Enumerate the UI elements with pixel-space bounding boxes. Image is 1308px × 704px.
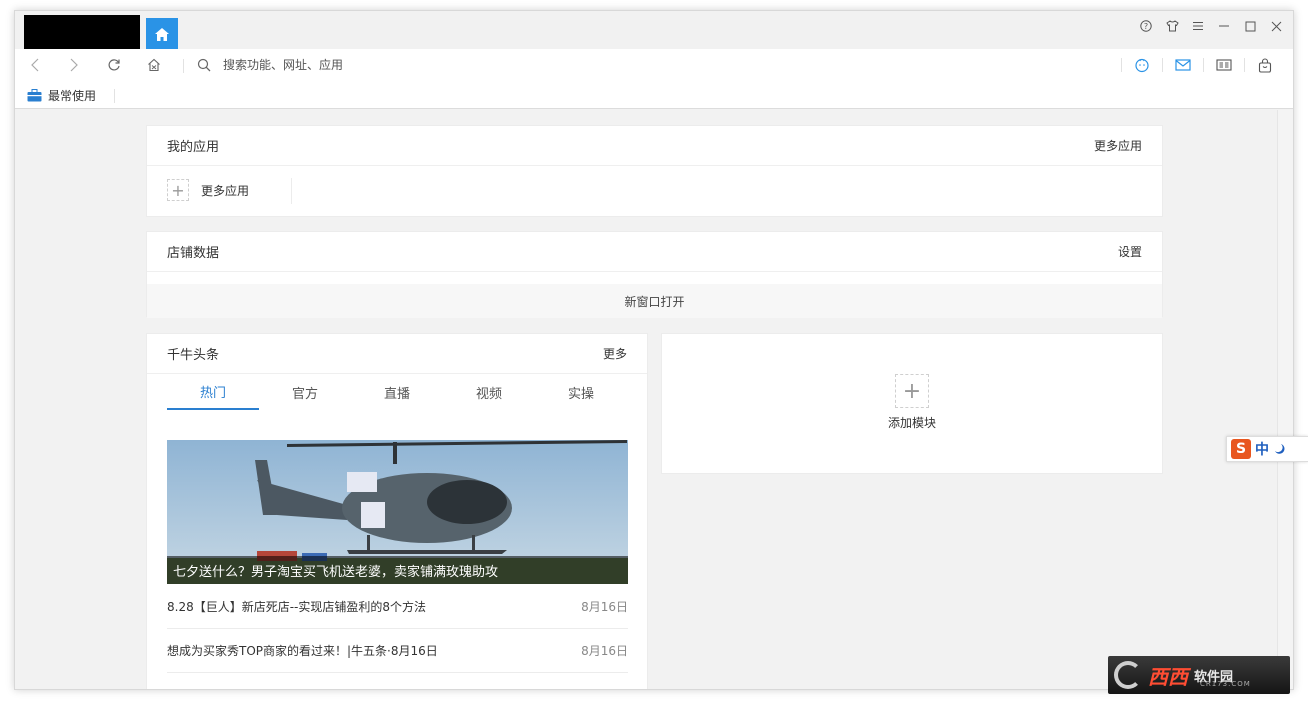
help-button[interactable]: ? [1133, 15, 1159, 37]
shop-data-header: 店铺数据 设置 [147, 232, 1162, 272]
navigation-bar [15, 49, 1293, 81]
watermark-logo-icon [1114, 661, 1142, 689]
skin-button[interactable] [1159, 15, 1185, 37]
close-icon [1271, 21, 1281, 31]
plus-icon: + [895, 374, 929, 408]
redacted-logo [24, 15, 140, 53]
svg-text:?: ? [1144, 22, 1148, 31]
more-apps-link[interactable]: 更多应用 [1094, 137, 1142, 154]
bag-icon [1258, 57, 1272, 73]
assistant-button[interactable] [1122, 53, 1162, 77]
add-module-label: 添加模块 [887, 416, 936, 430]
shop-data-panel: 店铺数据 设置 新窗口打开 [146, 231, 1163, 318]
chevron-left-icon [31, 58, 39, 72]
chevron-right-icon [70, 58, 78, 72]
moon-icon [1275, 444, 1285, 454]
help-icon: ? [1140, 20, 1152, 32]
my-apps-title: 我的应用 [167, 140, 220, 155]
open-new-window-button[interactable]: 新窗口打开 [147, 284, 1162, 318]
more-apps-item[interactable]: + 更多应用 [167, 179, 249, 201]
bookmark-separator [114, 89, 115, 103]
shop-data-settings-link[interactable]: 设置 [1118, 243, 1142, 260]
my-apps-panel: 我的应用 更多应用 + 更多应用 [146, 125, 1163, 217]
close-button[interactable] [1263, 15, 1289, 37]
plus-icon: + [167, 179, 189, 201]
search-icon [195, 56, 213, 74]
ime-language: 中 [1255, 442, 1269, 458]
watermark: 西西 软件园 CR173.COM [1108, 656, 1290, 694]
mail-icon [1175, 59, 1191, 71]
bookmark-bar: 最常使用 [15, 81, 1293, 109]
tab-official[interactable]: 官方 [259, 374, 351, 410]
refresh-button[interactable] [102, 53, 126, 77]
back-button[interactable] [23, 53, 47, 77]
headlines-more-link[interactable]: 更多 [603, 345, 627, 362]
headlines-panel: 千牛头条 更多 热门 官方 直播 视频 实操 七夕送什么？男子淘宝买飞机送老婆，… [146, 333, 648, 689]
news-title: 8.28【巨人】新店死店--实现店铺盈利的8个方法 [167, 600, 427, 614]
more-apps-item-label: 更多应用 [201, 183, 250, 198]
news-item[interactable]: 想成为买家秀TOP商家的看过来！|牛五条·8月16日 8月16日 [167, 629, 628, 673]
my-apps-header: 我的应用 更多应用 [147, 126, 1162, 166]
refresh-icon [108, 59, 120, 71]
news-date: 8月16日 [581, 644, 628, 658]
app-separator [291, 178, 292, 204]
forward-button[interactable] [62, 53, 86, 77]
watermark-brand: 西西 [1148, 664, 1188, 689]
maximize-icon [1245, 21, 1255, 31]
window-controls: ? [1133, 15, 1289, 37]
contacts-button[interactable] [1204, 53, 1244, 77]
minimize-icon [1219, 25, 1229, 27]
tab-video[interactable]: 视频 [443, 374, 535, 410]
vertical-scrollbar[interactable] [1277, 110, 1293, 689]
search-input[interactable] [223, 55, 623, 75]
id-card-icon [1216, 59, 1232, 71]
menu-button[interactable] [1185, 15, 1211, 37]
tab-hot[interactable]: 热门 [167, 374, 259, 410]
shop-button[interactable] [1245, 53, 1285, 77]
maximize-button[interactable] [1237, 15, 1263, 37]
briefcase-icon [27, 89, 42, 102]
home-icon [155, 27, 169, 41]
tab-practice[interactable]: 实操 [535, 374, 627, 410]
add-module-panel: + 添加模块 [661, 333, 1163, 474]
smiley-icon [1135, 58, 1149, 73]
tab-live[interactable]: 直播 [351, 374, 443, 410]
headlines-header: 千牛头条 更多 [147, 334, 647, 374]
messages-button[interactable] [1163, 53, 1203, 77]
news-date: 8月16日 [581, 600, 628, 614]
menu-icon [1193, 22, 1203, 30]
headlines-tabs: 热门 官方 直播 视频 实操 [167, 374, 628, 410]
sogou-icon: S [1231, 439, 1251, 459]
ime-status[interactable]: S 中 [1226, 436, 1308, 462]
open-new-window-label: 新窗口打开 [624, 294, 685, 309]
shop-data-title: 店铺数据 [167, 246, 220, 261]
shirt-icon [1165, 20, 1179, 32]
frequent-bookmark[interactable]: 最常使用 [27, 87, 96, 104]
main-content: 我的应用 更多应用 + 更多应用 店铺数据 设置 新窗口打开 千牛头条 更多 热… [15, 110, 1279, 689]
headlines-title: 千牛头条 [167, 348, 220, 363]
frequent-bookmark-label: 最常使用 [48, 89, 97, 103]
toolbar-right [1121, 53, 1285, 77]
hero-news-image[interactable]: 七夕送什么？男子淘宝买飞机送老婆，卖家铺满玫瑰助攻 [167, 440, 628, 584]
news-item[interactable]: 8.28【巨人】新店死店--实现店铺盈利的8个方法 8月16日 [167, 585, 628, 629]
news-title: 想成为买家秀TOP商家的看过来！|牛五条·8月16日 [167, 644, 438, 658]
add-module-button[interactable]: + 添加模块 [662, 374, 1162, 431]
home-page-button[interactable] [142, 53, 166, 77]
app-window: ? 搜索功能、网址、应用 最常使用 我的应用 更多应用 + 更多应用 店铺数据 … [14, 10, 1294, 690]
minimize-button[interactable] [1211, 15, 1237, 37]
title-bar: ? [15, 11, 1293, 53]
house-outline-icon [148, 58, 160, 72]
nav-separator [183, 59, 184, 73]
hero-caption: 七夕送什么？男子淘宝买飞机送老婆，卖家铺满玫瑰助攻 [167, 556, 628, 584]
watermark-url: CR173.COM [1200, 680, 1251, 688]
home-tab[interactable] [146, 18, 178, 50]
